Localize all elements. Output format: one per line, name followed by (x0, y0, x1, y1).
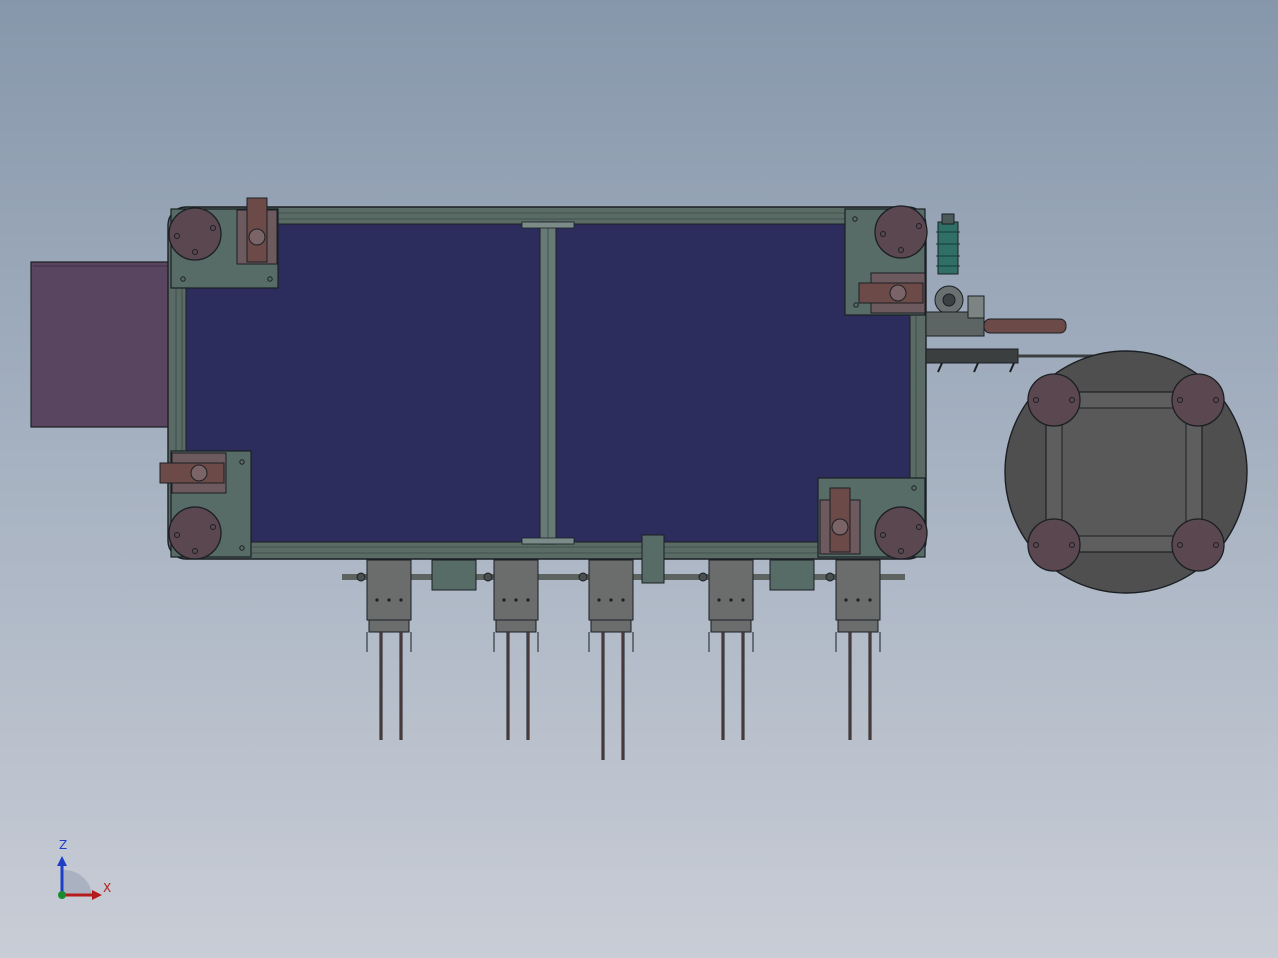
axis-x-label: X (103, 881, 112, 895)
motor-housing-body (30, 261, 172, 428)
cylinder-bolt (502, 598, 506, 602)
caster-hub (889, 284, 907, 302)
rail-bracket (431, 559, 477, 591)
cylinder-bolt (514, 598, 518, 602)
cylinder-head (590, 619, 632, 633)
cylinder-fitting (825, 572, 835, 582)
cylinder-fitting (578, 572, 588, 582)
nozzle-unit (825, 559, 881, 740)
cylinder-bolt (609, 598, 613, 602)
nozzle-unit (578, 559, 634, 760)
cylinder-head (710, 619, 752, 633)
rail-bracket (769, 559, 815, 591)
cylinder-fitting (356, 572, 366, 582)
cylinder-bolt (868, 598, 872, 602)
nozzle-unit (356, 559, 412, 740)
cylinder-bolt (526, 598, 530, 602)
bar-bolt (937, 362, 943, 373)
nozzle-unit (698, 559, 754, 740)
caster-hub (831, 518, 849, 536)
rail-bracket (641, 534, 665, 584)
air-hose (983, 318, 1067, 334)
cylinder-body (366, 559, 412, 621)
cylinder-head (495, 619, 537, 633)
axis-z-arrow (57, 856, 67, 866)
cylinder-body (493, 559, 539, 621)
cylinder-bolt (399, 598, 403, 602)
cylinder-bolt (741, 598, 745, 602)
regulator-center (942, 293, 956, 307)
cylinder-bolt (844, 598, 848, 602)
turntable-inner (1061, 407, 1187, 537)
fitting (967, 295, 985, 319)
cylinder-head (368, 619, 410, 633)
mounting-bar (925, 348, 1019, 364)
cylinder-bolt (375, 598, 379, 602)
turntable (1004, 350, 1248, 594)
caster-hub (190, 464, 208, 482)
axis-z-label: Z (59, 838, 68, 852)
cylinder-body (835, 559, 881, 621)
axis-triad-arc (62, 869, 92, 895)
nozzle-units (342, 534, 905, 760)
bar-bolt (973, 362, 979, 373)
cylinder-bolt (621, 598, 625, 602)
cylinder-bolt (717, 598, 721, 602)
motor-housing (30, 261, 172, 428)
valve-cap (941, 213, 955, 225)
pneumatic-valve-assembly (925, 213, 1100, 373)
axis-x-arrow (92, 890, 102, 900)
center-beam-bracket (521, 221, 575, 229)
cylinder-bolt (729, 598, 733, 602)
cylinder-fitting (483, 572, 493, 582)
machine-top-view (30, 197, 1248, 900)
turntable-foot (1171, 373, 1225, 427)
caster-hub (248, 228, 266, 246)
cylinder-bolt (597, 598, 601, 602)
cylinder-bolt (387, 598, 391, 602)
cad-viewport[interactable]: Z X (0, 0, 1278, 958)
nozzle-unit (483, 559, 539, 740)
cylinder-bolt (856, 598, 860, 602)
cylinder-fitting (698, 572, 708, 582)
turntable-foot (1027, 518, 1081, 572)
center-beam-bracket (521, 537, 575, 545)
turntable-foot (1171, 518, 1225, 572)
turntable-foot (1027, 373, 1081, 427)
bar-bolt (1009, 362, 1015, 373)
cylinder-head (837, 619, 879, 633)
cylinder-body (708, 559, 754, 621)
axis-y-dot (58, 891, 66, 899)
axis-triad-lines (57, 856, 102, 900)
cylinder-body (588, 559, 634, 621)
